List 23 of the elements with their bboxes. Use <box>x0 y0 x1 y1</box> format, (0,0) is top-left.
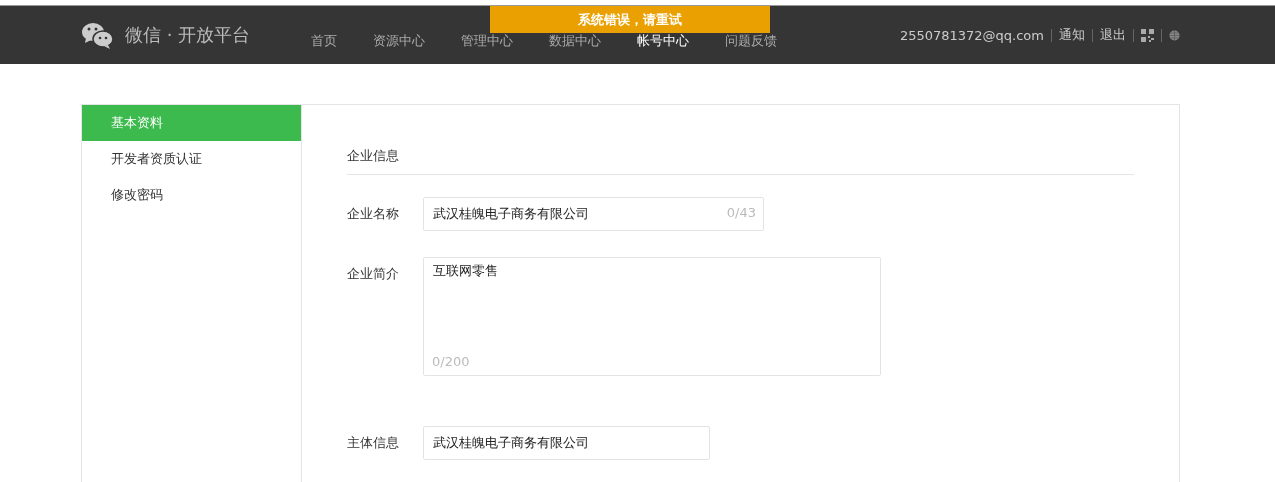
logo-text: 微信 · 开放平台 <box>125 23 251 47</box>
globe-icon[interactable] <box>1169 29 1180 41</box>
input-field[interactable]: 武汉桂魄电子商务有限公司 <box>423 426 710 460</box>
field-label: 企业简介 <box>347 265 400 283</box>
char-counter: 0/43 <box>726 205 756 220</box>
nav-link[interactable]: 管理中心 <box>461 32 513 50</box>
field-label: 主体信息 <box>347 434 400 452</box>
section-title: 企业信息 <box>347 147 1134 175</box>
sidebar-item[interactable]: 开发者资质认证 <box>82 141 301 177</box>
chat-bubbles-icon <box>81 21 115 49</box>
nav-link[interactable]: 首页 <box>311 32 337 50</box>
toast-message: 系统错误，请重试 <box>578 10 682 29</box>
header-link[interactable]: 通知 <box>1059 26 1085 44</box>
sidebar-item[interactable]: 修改密码 <box>82 177 301 213</box>
char-counter: 0/200 <box>432 354 470 369</box>
account-email: 2550781372@qq.com <box>899 27 1044 43</box>
nav-link[interactable]: 帐号中心 <box>637 32 689 50</box>
nav-link[interactable]: 数据中心 <box>549 32 601 50</box>
field-label: 企业名称 <box>347 205 400 223</box>
header-link[interactable]: 退出 <box>1100 26 1126 44</box>
qr-code-icon[interactable] <box>1141 28 1154 42</box>
nav-link[interactable]: 资源中心 <box>373 32 425 50</box>
nav-link[interactable]: 问题反馈 <box>725 32 777 50</box>
